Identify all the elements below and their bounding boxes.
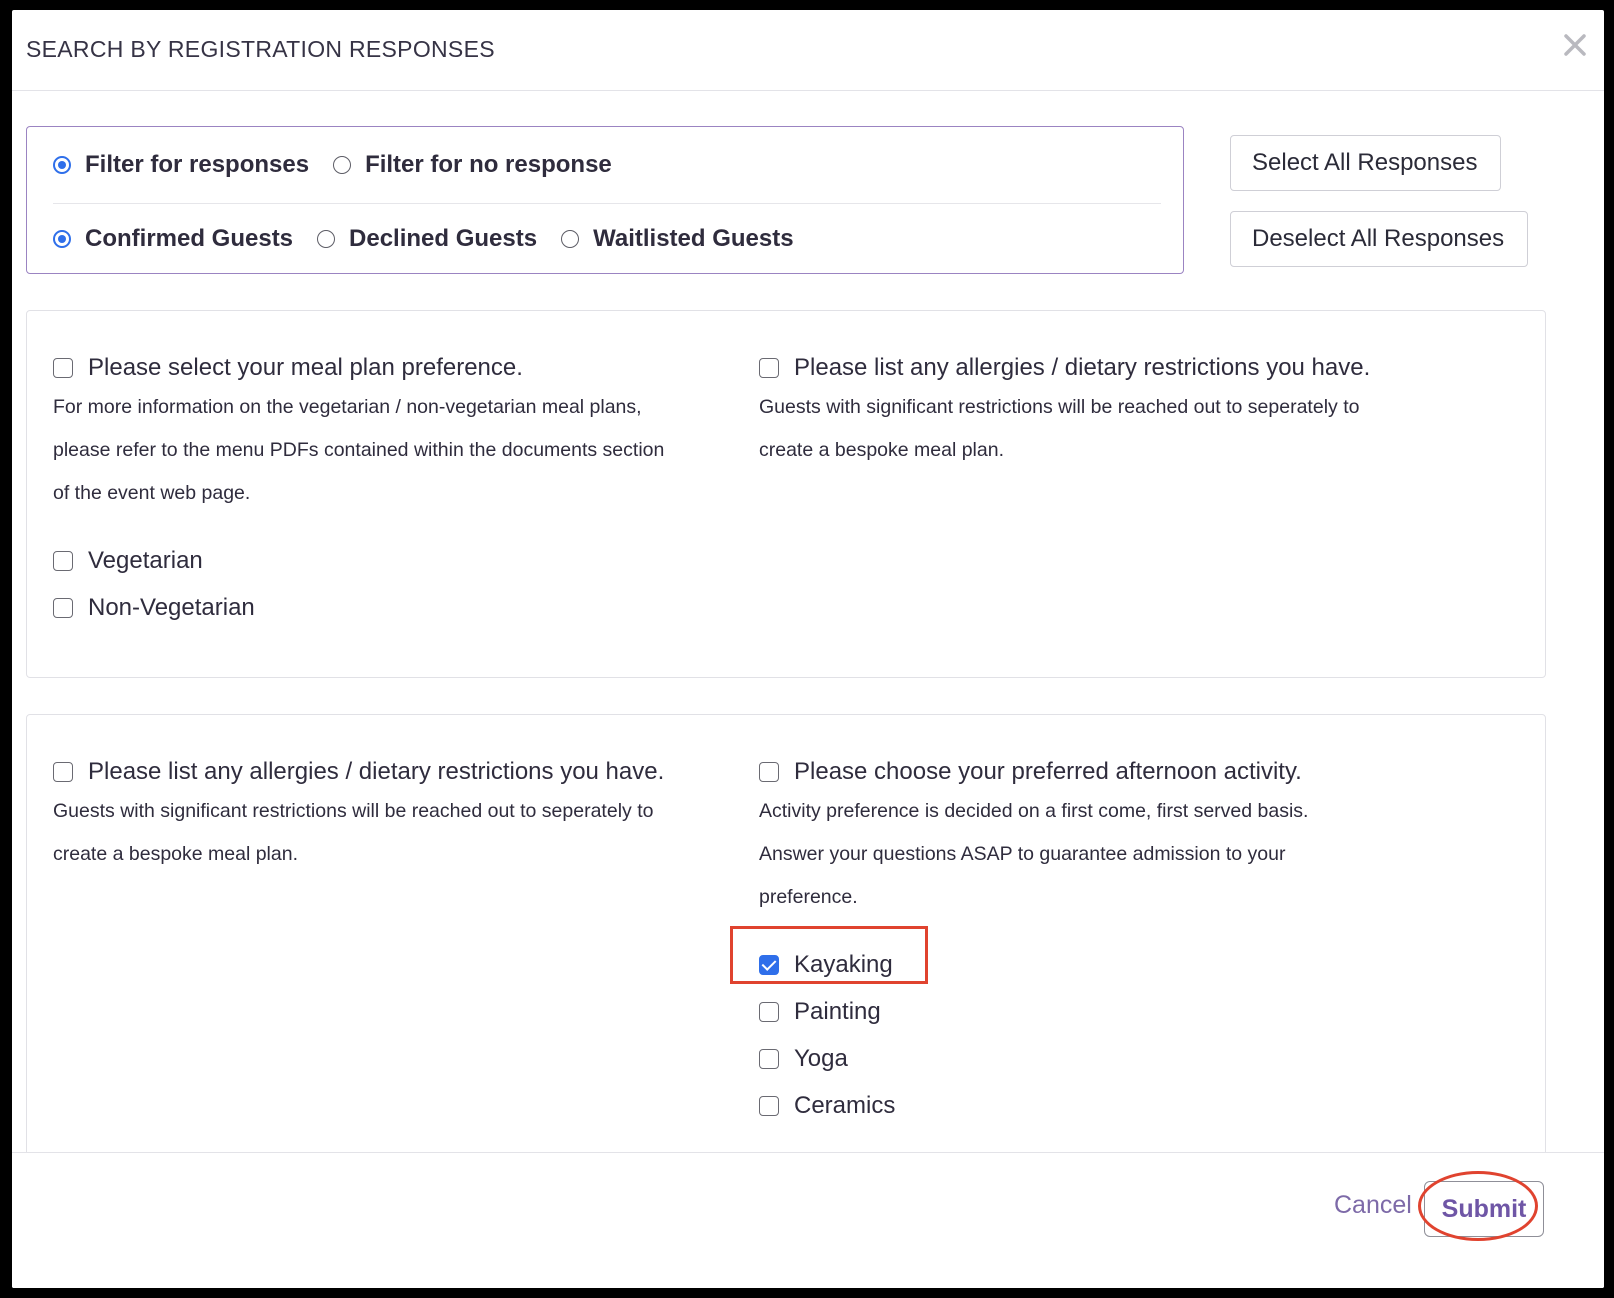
question-description: Guests with significant restrictions wil… (53, 800, 654, 865)
question-title: Please select your meal plan preference. (88, 354, 523, 381)
close-icon[interactable] (1558, 28, 1592, 62)
radio-button[interactable] (561, 230, 580, 248)
option-checkbox[interactable] (759, 1001, 779, 1022)
option-list: Vegetarian Non-Vegetarian (53, 537, 733, 631)
radio-button[interactable] (333, 156, 352, 174)
radio-button[interactable] (317, 230, 336, 248)
option-kayaking[interactable]: Kayaking (759, 941, 1459, 988)
question-allergies: Please list any allergies / dietary rest… (53, 756, 733, 876)
question-checkbox[interactable] (759, 762, 779, 782)
radio-label: Confirmed Guests (85, 225, 294, 252)
question-title: Please list any allergies / dietary rest… (794, 354, 1371, 381)
question-checkbox[interactable] (53, 762, 73, 782)
question-description: For more information on the vegetarian /… (53, 396, 665, 504)
option-label: Painting (794, 997, 881, 1025)
option-vegetarian[interactable]: Vegetarian (53, 537, 733, 584)
radio-filter-no-response[interactable]: Filter for no response (333, 151, 612, 179)
deselect-all-responses-button[interactable]: Deselect All Responses (1230, 211, 1528, 267)
question-description: Guests with significant restrictions wil… (759, 396, 1360, 461)
option-label: Vegetarian (88, 546, 203, 574)
search-modal: SEARCH BY REGISTRATION RESPONSES Filter … (12, 10, 1604, 1288)
question-checkbox[interactable] (53, 358, 73, 378)
radio-filter-responses[interactable]: Filter for responses (53, 151, 309, 179)
filter-panel: Filter for responses Filter for no respo… (26, 126, 1184, 274)
option-checkbox[interactable] (53, 597, 73, 618)
option-label: Kayaking (794, 950, 893, 978)
guest-status-group: Confirmed Guests Declined Guests Waitlis… (53, 225, 818, 253)
option-checkbox[interactable] (759, 1048, 779, 1069)
option-non-vegetarian[interactable]: Non-Vegetarian (53, 584, 733, 631)
option-checkbox[interactable] (759, 1095, 779, 1116)
divider (53, 203, 1161, 204)
radio-waitlisted-guests[interactable]: Waitlisted Guests (561, 225, 794, 253)
response-filter-group: Filter for responses Filter for no respo… (53, 151, 636, 179)
option-ceramics[interactable]: Ceramics (759, 1082, 1459, 1129)
option-checkbox[interactable] (53, 550, 73, 571)
option-label: Non-Vegetarian (88, 593, 255, 621)
radio-button[interactable] (53, 230, 71, 248)
option-label: Yoga (794, 1044, 848, 1072)
radio-button[interactable] (53, 156, 71, 174)
modal-title: SEARCH BY REGISTRATION RESPONSES (26, 36, 495, 62)
select-all-responses-button[interactable]: Select All Responses (1230, 135, 1501, 191)
question-allergies: Please list any allergies / dietary rest… (759, 352, 1459, 472)
radio-label: Filter for responses (85, 151, 310, 178)
cancel-button[interactable]: Cancel (1334, 1191, 1412, 1220)
radio-label: Waitlisted Guests (593, 225, 794, 252)
question-title: Please choose your preferred afternoon a… (794, 758, 1302, 785)
radio-label: Filter for no response (365, 151, 612, 178)
submit-button[interactable]: Submit (1424, 1181, 1544, 1237)
question-title: Please list any allergies / dietary rest… (88, 758, 665, 785)
radio-declined-guests[interactable]: Declined Guests (317, 225, 537, 253)
radio-confirmed-guests[interactable]: Confirmed Guests (53, 225, 293, 253)
modal-footer: Cancel Submit (12, 1152, 1604, 1288)
modal-header: SEARCH BY REGISTRATION RESPONSES (12, 10, 1604, 91)
question-checkbox[interactable] (759, 358, 779, 378)
option-list: Kayaking Painting Yoga Ceramics (759, 941, 1459, 1129)
question-meal-plan: Please select your meal plan preference.… (53, 352, 733, 631)
option-label: Ceramics (794, 1091, 896, 1119)
question-afternoon-activity: Please choose your preferred afternoon a… (759, 756, 1459, 1129)
option-yoga[interactable]: Yoga (759, 1035, 1459, 1082)
option-checkbox[interactable] (759, 954, 779, 975)
option-painting[interactable]: Painting (759, 988, 1459, 1035)
radio-label: Declined Guests (349, 225, 538, 252)
question-card: Please select your meal plan preference.… (26, 310, 1546, 678)
question-description: Activity preference is decided on a firs… (759, 800, 1309, 908)
